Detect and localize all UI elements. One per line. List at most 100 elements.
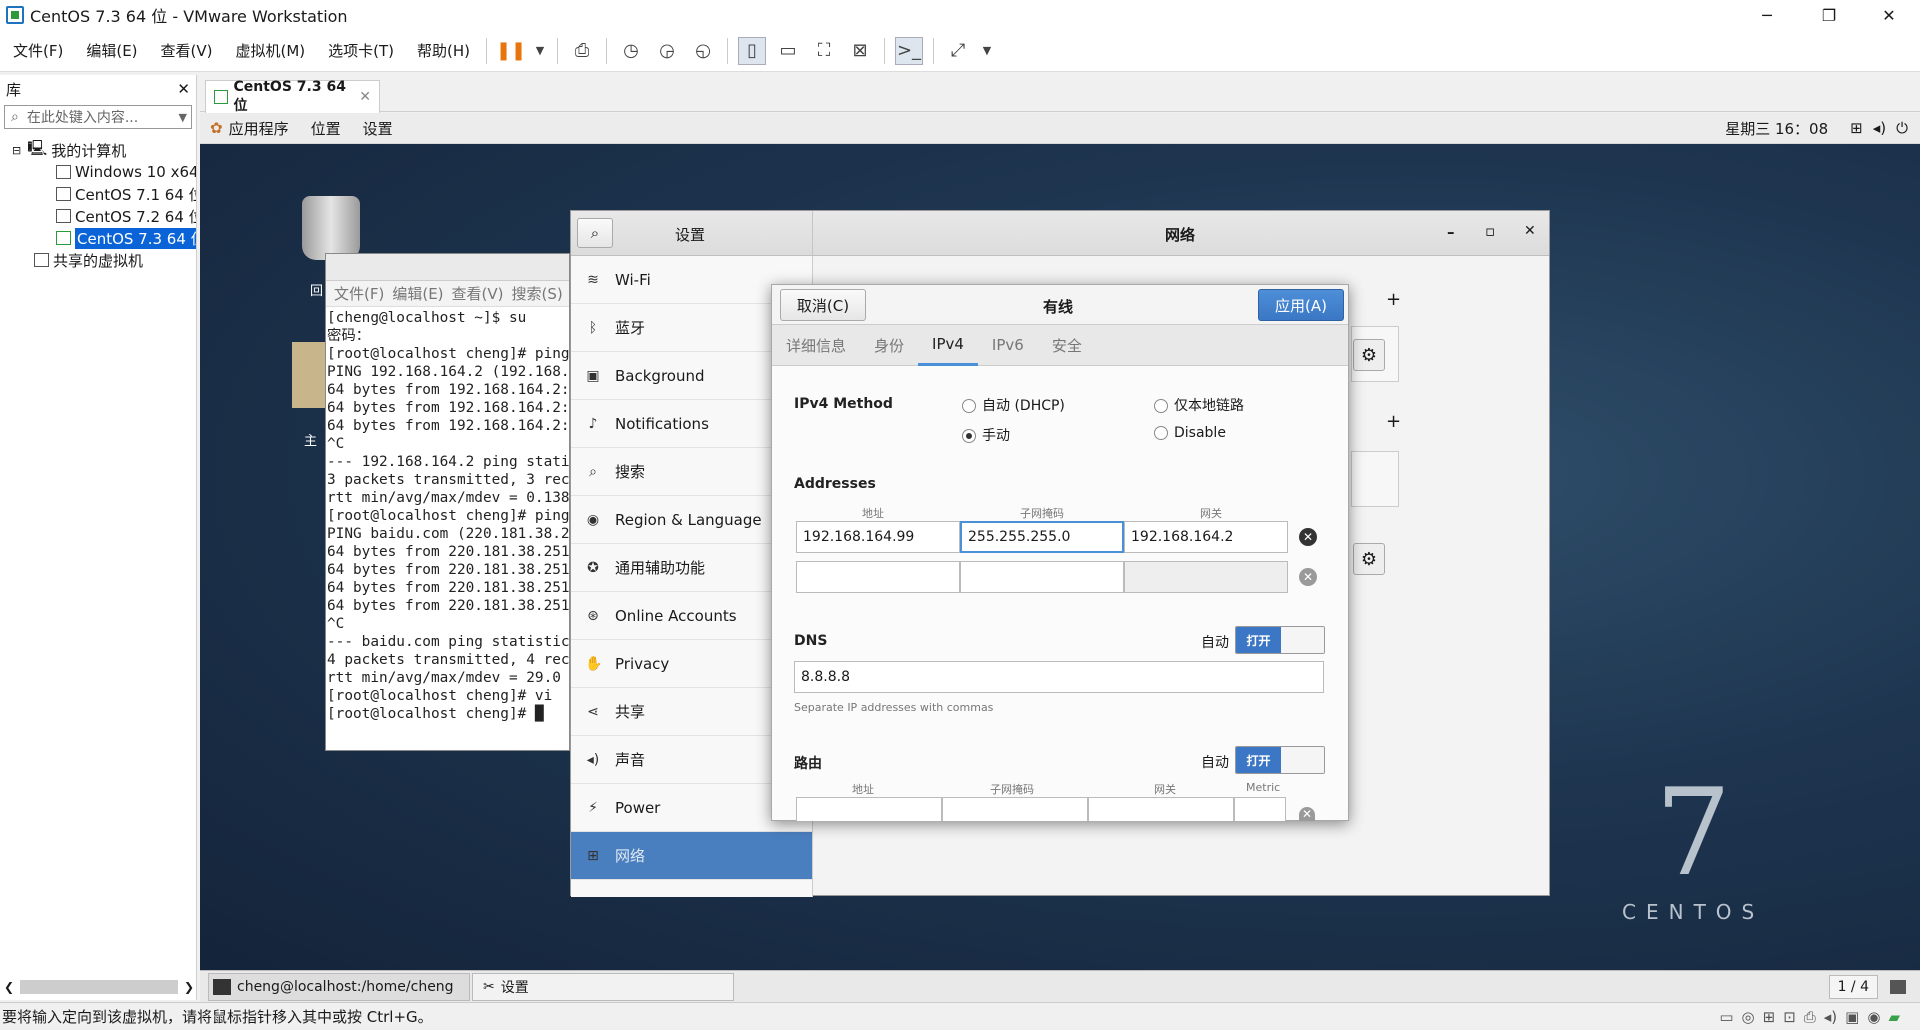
toggle-knob[interactable] <box>1281 627 1324 653</box>
route-netmask-input[interactable] <box>942 797 1088 821</box>
dns-input[interactable]: 8.8.8.8 <box>794 661 1324 693</box>
terminal-menu-view[interactable]: 查看(V) <box>452 283 504 304</box>
terminal-menu-search[interactable]: 搜索(S) <box>512 283 563 304</box>
clock[interactable]: 星期三 16：08 <box>1725 118 1828 139</box>
settings-maximize-button[interactable]: ▫ <box>1485 222 1495 240</box>
taskbar-item-settings[interactable]: ✂ 设置 <box>472 972 734 1001</box>
remove-address-icon[interactable]: ✕ <box>1299 528 1317 546</box>
menu-edit[interactable]: 编辑(E) <box>86 40 137 61</box>
netmask-input-empty[interactable] <box>960 561 1124 593</box>
snapshot-manager-icon[interactable]: ◵ <box>689 37 717 65</box>
sidebar-item[interactable]: ⊞ 网络 <box>571 832 812 880</box>
settings-minimize-button[interactable]: – <box>1447 223 1455 241</box>
route-gateway-input[interactable] <box>1088 797 1234 821</box>
route-address-input[interactable] <box>796 797 942 821</box>
radio-button[interactable] <box>962 399 976 413</box>
network-adapter-icon[interactable]: ⊞ <box>1763 1008 1776 1026</box>
hard-disk-icon[interactable]: ▭ <box>1719 1008 1733 1026</box>
terminal-menu-file[interactable]: 文件(F) <box>334 283 384 304</box>
scroll-right-icon[interactable]: ❯ <box>184 980 194 994</box>
dropdown-arrow-icon[interactable]: ▼ <box>980 37 994 65</box>
network-status-icon[interactable]: ⊞ <box>1850 119 1863 137</box>
display-icon[interactable]: ▣ <box>1845 1008 1859 1026</box>
tab-centos[interactable]: CentOS 7.3 64 位 ✕ <box>205 79 380 114</box>
revert-snapshot-icon[interactable]: ◶ <box>653 37 681 65</box>
dns-auto-toggle[interactable]: 打开 <box>1235 626 1325 654</box>
trash-icon[interactable] <box>302 196 360 260</box>
address-input-empty[interactable] <box>796 561 960 593</box>
radio-button[interactable] <box>1154 426 1168 440</box>
radio-disable[interactable]: Disable <box>1154 425 1226 441</box>
power-icon[interactable]: ⏻ <box>1896 119 1908 137</box>
taskbar-item-terminal[interactable]: cheng@localhost:/home/cheng <box>208 972 470 1001</box>
tab-details[interactable]: 详细信息 <box>772 325 860 366</box>
terminal-output[interactable]: [cheng@localhost ~]$ su 密码： [root@localh… <box>326 307 569 723</box>
pause-icon[interactable]: ❚❚ <box>496 37 526 65</box>
apply-button[interactable]: 应用(A) <box>1258 289 1344 321</box>
scroll-thumb[interactable] <box>20 980 178 994</box>
menu-places[interactable]: 位置 <box>311 118 341 139</box>
console-icon[interactable]: >_ <box>895 36 924 65</box>
send-keys-icon[interactable]: ⎙ <box>568 37 596 65</box>
workspace-pager[interactable]: 1 / 4 <box>1828 974 1878 999</box>
tab-identity[interactable]: 身份 <box>860 325 918 366</box>
volume-icon[interactable]: ◂) <box>1873 119 1886 137</box>
address-input[interactable]: 192.168.164.99 <box>796 521 960 553</box>
terminal-window[interactable]: 文件(F) 编辑(E) 查看(V) 搜索(S) [cheng@localhost… <box>325 253 570 751</box>
thumbnail-bar-icon[interactable]: ▭ <box>774 37 802 65</box>
tree-item-vm[interactable]: CentOS 7.1 64 位 <box>0 183 196 205</box>
notification-icon[interactable] <box>1890 979 1906 994</box>
menu-tabs[interactable]: 选项卡(T) <box>328 40 394 61</box>
settings-search-button[interactable]: ⌕ <box>577 218 613 248</box>
radio-manual[interactable]: 手动 <box>962 425 1010 445</box>
terminal-titlebar[interactable] <box>326 254 569 281</box>
radio-button[interactable] <box>1154 399 1168 413</box>
tree-item-shared[interactable]: 共享的虚拟机 <box>0 249 196 271</box>
maximize-button[interactable]: ❐ <box>1806 0 1852 30</box>
scroll-left-icon[interactable]: ❮ <box>4 980 14 994</box>
usb-icon[interactable]: ⊡ <box>1783 1008 1796 1026</box>
menu-vm[interactable]: 虚拟机(M) <box>236 40 306 61</box>
gear-icon[interactable]: ⚙ <box>1353 543 1385 575</box>
tab-security[interactable]: 安全 <box>1038 325 1096 366</box>
cd-dvd-icon[interactable]: ◎ <box>1742 1008 1755 1026</box>
library-scrollbar[interactable]: ❮ ❯ <box>4 978 194 996</box>
menu-applications[interactable]: 应用程序 <box>229 118 289 139</box>
minimize-button[interactable]: ─ <box>1744 0 1790 30</box>
tab-ipv6[interactable]: IPv6 <box>978 325 1038 366</box>
add-vpn-icon[interactable]: + <box>1386 411 1401 432</box>
tab-close-icon[interactable]: ✕ <box>359 89 371 105</box>
message-icon[interactable]: ▰ <box>1888 1008 1900 1026</box>
gateway-input[interactable]: 192.168.164.2 <box>1124 521 1288 553</box>
tree-item-vm[interactable]: Windows 10 x64 <box>0 161 196 183</box>
unity-icon[interactable]: ⊠ <box>846 37 874 65</box>
dropdown-arrow-icon[interactable]: ▼ <box>533 37 547 65</box>
close-button[interactable]: ✕ <box>1866 0 1912 30</box>
radio-button-checked[interactable] <box>962 429 976 443</box>
routes-auto-toggle[interactable]: 打开 <box>1235 746 1325 774</box>
sound-card-icon[interactable]: ◂) <box>1824 1008 1837 1026</box>
terminal-menu-edit[interactable]: 编辑(E) <box>392 283 443 304</box>
home-folder-icon[interactable] <box>292 342 328 408</box>
menu-view[interactable]: 查看(V) <box>161 40 213 61</box>
snapshot-icon[interactable]: ◷ <box>617 37 645 65</box>
show-library-icon[interactable]: ▯ <box>738 36 767 65</box>
tree-item-vm[interactable]: CentOS 7.2 64 位 <box>0 205 196 227</box>
menu-file[interactable]: 文件(F) <box>13 40 63 61</box>
gear-icon[interactable]: ⚙ <box>1353 339 1385 371</box>
settings-close-button[interactable]: ✕ <box>1524 223 1536 239</box>
tree-item-vm-selected[interactable]: CentOS 7.3 64 位 <box>0 227 196 249</box>
printer-icon[interactable]: ⎙ <box>1804 1008 1816 1026</box>
library-search-input[interactable]: ⌕ 在此处键入内容... ▼ <box>4 105 192 129</box>
route-metric-input[interactable] <box>1234 797 1286 821</box>
remove-address-icon[interactable]: ✕ <box>1299 568 1317 586</box>
menu-settings[interactable]: 设置 <box>363 118 393 139</box>
remove-route-icon[interactable]: ✕ <box>1299 807 1315 821</box>
full-screen-icon[interactable]: ⛶ <box>810 37 838 65</box>
library-close-icon[interactable]: ✕ <box>177 80 190 98</box>
netmask-input[interactable]: 255.255.255.0 <box>960 521 1124 553</box>
camera-icon[interactable]: ◉ <box>1867 1008 1880 1026</box>
dropdown-arrow-icon[interactable]: ▼ <box>179 111 187 124</box>
tree-item-my-computer[interactable]: ⊟ 🖳 我的计算机 <box>0 139 196 161</box>
stretch-icon[interactable]: ⤢ <box>944 37 972 65</box>
